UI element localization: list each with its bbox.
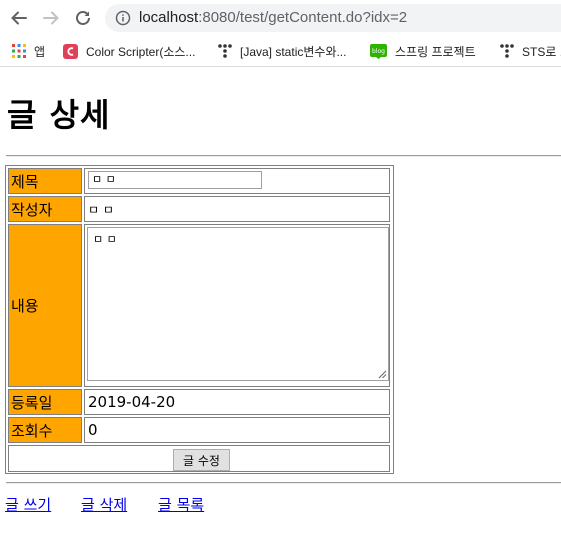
content-cell: ㅁ ㅁ bbox=[84, 224, 390, 387]
regdate-value: 2019-04-20 bbox=[84, 389, 390, 415]
bookmark-spring-project[interactable]: blog 스프링 프로젝트 bbox=[370, 40, 476, 62]
address-bar[interactable]: localhost:8080/test/getContent.do?idx=2 bbox=[105, 4, 561, 32]
bookmark-color-scripter[interactable]: Color Scripter(소스... bbox=[63, 40, 195, 62]
forward-arrow-icon bbox=[43, 11, 59, 25]
tistory-icon bbox=[500, 44, 514, 58]
resize-grip-icon[interactable] bbox=[378, 370, 387, 379]
title-cell: ㅁ ㅁ bbox=[84, 168, 390, 194]
content-textarea[interactable]: ㅁ ㅁ bbox=[87, 227, 389, 381]
list-link[interactable]: 글 목록 bbox=[158, 494, 204, 515]
forward-button[interactable] bbox=[39, 6, 63, 30]
views-value: 0 bbox=[84, 417, 390, 443]
bookmark-label: STS로 ... bbox=[522, 44, 561, 59]
title-label: 제목 bbox=[8, 168, 82, 194]
url-host: localhost bbox=[139, 9, 199, 26]
bookmark-label: 스프링 프로젝트 bbox=[395, 44, 476, 59]
tistory-icon bbox=[218, 44, 232, 58]
bookmark-apps[interactable]: 앱 bbox=[12, 40, 45, 62]
bookmarks-bar: 앱 Color Scripter(소스... [Java] static변수와.… bbox=[0, 38, 561, 64]
detail-table: 제목 ㅁ ㅁ 작성자 ㅁ ㅁ 내용 ㅁ ㅁ 등록일 2019-04-20 조회수… bbox=[5, 165, 394, 474]
content-label: 내용 bbox=[8, 224, 82, 387]
browser-chrome: localhost:8080/test/getContent.do?idx=2 … bbox=[0, 0, 561, 66]
svg-text:blog: blog bbox=[372, 48, 385, 55]
naver-blog-icon: blog bbox=[370, 43, 387, 59]
back-arrow-icon bbox=[11, 11, 27, 25]
bottom-divider bbox=[6, 482, 561, 484]
apps-grid-icon bbox=[12, 44, 26, 58]
bookmark-java-static[interactable]: [Java] static변수와... bbox=[218, 40, 346, 62]
content-text: ㅁ ㅁ bbox=[93, 233, 117, 246]
chrome-divider bbox=[0, 66, 561, 67]
info-icon[interactable] bbox=[115, 10, 131, 26]
bookmark-label: Color Scripter(소스... bbox=[86, 44, 196, 59]
bookmark-label: 앱 bbox=[34, 44, 46, 59]
bookmark-sts[interactable]: STS로 ... bbox=[500, 40, 561, 62]
views-label: 조회수 bbox=[8, 417, 82, 443]
url-text: localhost:8080/test/getContent.do?idx=2 bbox=[139, 9, 407, 26]
delete-link[interactable]: 글 삭제 bbox=[81, 494, 127, 515]
page-title: 글 상세 bbox=[7, 96, 111, 134]
bookmark-label: [Java] static변수와... bbox=[240, 44, 347, 59]
regdate-label: 등록일 bbox=[8, 389, 82, 415]
writer-value: ㅁ ㅁ bbox=[84, 196, 390, 222]
update-button[interactable]: 글 수정 bbox=[173, 449, 230, 471]
browser-toolbar: localhost:8080/test/getContent.do?idx=2 bbox=[0, 0, 561, 36]
top-divider bbox=[6, 155, 561, 157]
color-scripter-icon bbox=[63, 43, 78, 59]
reload-icon bbox=[76, 11, 90, 25]
back-button[interactable] bbox=[7, 6, 31, 30]
button-row: 글 수정 bbox=[8, 445, 390, 472]
write-link[interactable]: 글 쓰기 bbox=[5, 494, 51, 515]
reload-button[interactable] bbox=[71, 6, 95, 30]
url-path: :8080/test/getContent.do?idx=2 bbox=[198, 9, 408, 26]
writer-label: 작성자 bbox=[8, 196, 82, 222]
title-input[interactable]: ㅁ ㅁ bbox=[88, 171, 262, 189]
